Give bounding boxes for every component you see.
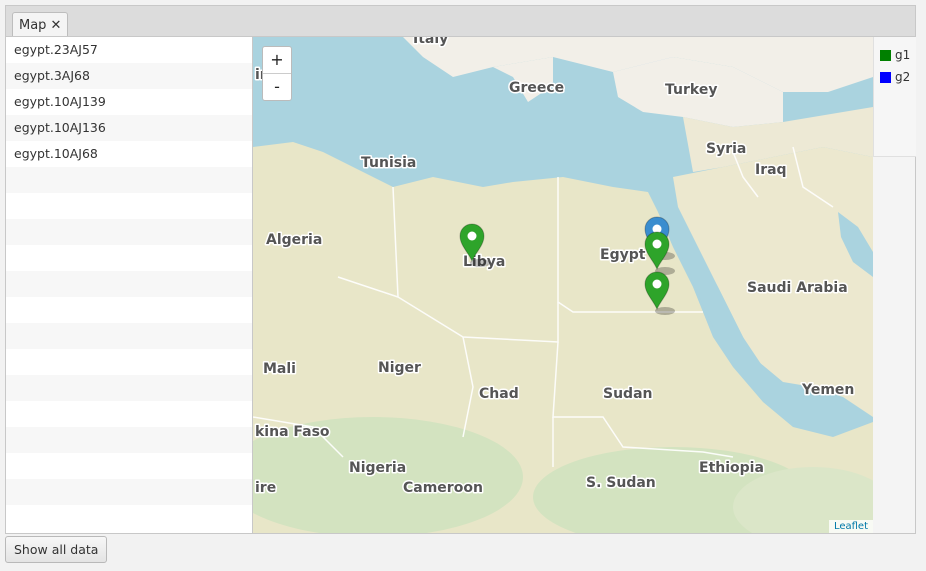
label-turkey: Turkey [665,82,717,98]
label-italy: Italy [413,37,448,47]
label-syria: Syria [706,141,746,157]
empty-list-row [6,271,252,297]
label-mali: Mali [263,361,296,377]
label-greece: Greece [509,80,564,96]
map-view[interactable]: Italy Greece Turkey Tunisia Syria Iraq A… [253,37,873,533]
zoom-control: + - [262,46,292,101]
empty-list-row [6,219,252,245]
label-saudi-arabia: Saudi Arabia [747,280,848,296]
zoom-out-button[interactable]: - [263,73,291,100]
legend-item-g1: g1 [874,44,916,66]
label-cameroon: Cameroon [403,480,483,496]
empty-list-row [6,167,252,193]
label-ethiopia: Ethiopia [699,460,764,476]
empty-list-row [6,193,252,219]
tab-bar: Map ✕ [5,5,916,38]
empty-list-row [6,505,252,531]
legend-label: g2 [895,70,911,84]
empty-list-row [6,375,252,401]
legend-swatch [880,71,891,83]
zoom-in-button[interactable]: + [263,47,291,73]
tab-label: Map [19,17,47,33]
label-nigeria: Nigeria [349,460,406,476]
empty-list-row [6,297,252,323]
legend: g1 g2 [873,37,916,157]
legend-label: g1 [895,48,911,62]
empty-list-row [6,427,252,453]
show-all-data-button[interactable]: Show all data [5,536,108,563]
tab-map[interactable]: Map ✕ [12,12,69,38]
label-sudan: Sudan [603,386,653,402]
empty-list-row [6,453,252,479]
legend-swatch [880,49,891,61]
empty-list-row [6,479,252,505]
label-yemen: Yemen [801,382,854,398]
label-south-sudan: S. Sudan [586,475,656,491]
list-item[interactable]: egypt.3AJ68 [6,63,252,89]
list-item[interactable]: egypt.23AJ57 [6,37,252,63]
attribution-link[interactable]: Leaflet [828,520,873,533]
label-tunisia: Tunisia [361,155,416,171]
empty-list-row [6,245,252,271]
empty-list-row [6,401,252,427]
empty-list-row [6,323,252,349]
empty-list-row [6,349,252,375]
list-item[interactable]: egypt.10AJ139 [6,89,252,115]
list-item[interactable]: egypt.10AJ136 [6,115,252,141]
item-list[interactable]: egypt.23AJ57 egypt.3AJ68 egypt.10AJ139 egyp… [6,37,253,533]
label-niger: Niger [378,360,421,376]
label-chad: Chad [479,386,519,402]
list-item[interactable]: egypt.10AJ68 [6,141,252,167]
close-icon[interactable]: ✕ [50,14,61,38]
map-tiles: Italy Greece Turkey Tunisia Syria Iraq A… [253,37,873,533]
label-egypt: Egypt [600,247,646,263]
label-iraq: Iraq [755,162,787,178]
label-algeria: Algeria [266,232,322,248]
label-burkina-faso: kina Faso [255,424,330,440]
label-ire: ire [255,480,276,496]
main-content: egypt.23AJ57 egypt.3AJ68 egypt.10AJ139 egyp… [5,36,916,534]
legend-item-g2: g2 [874,66,916,88]
